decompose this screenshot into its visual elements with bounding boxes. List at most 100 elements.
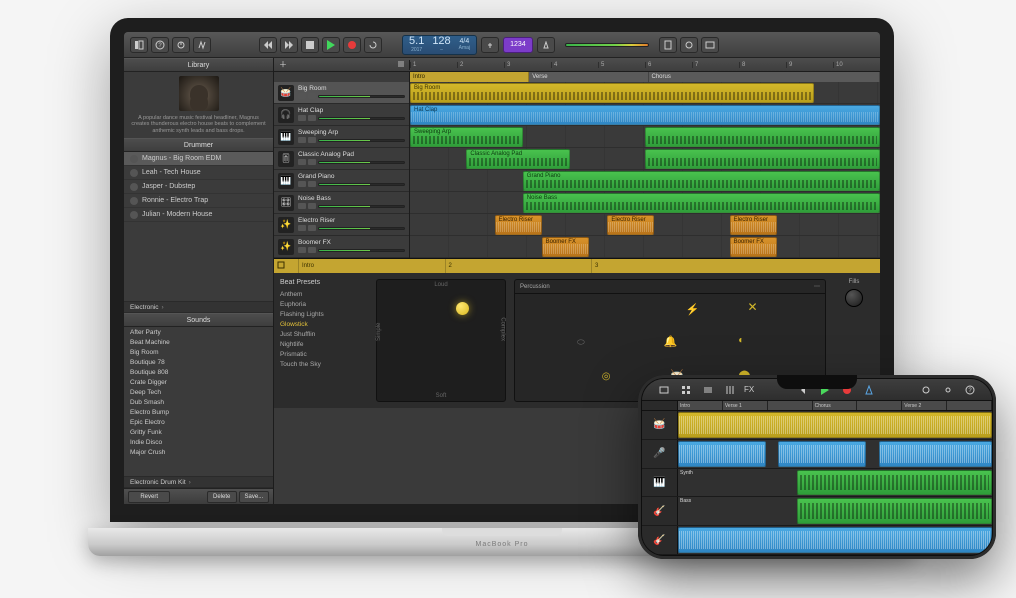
tracks-view-icon[interactable] [700, 383, 716, 397]
percussion-menu-icon[interactable]: ⋯ [814, 283, 820, 290]
region[interactable]: Electro Riser [495, 215, 542, 235]
track-header[interactable]: 🎧Hat Clap [274, 104, 409, 126]
phone-track-icon[interactable]: 🎸 [642, 526, 678, 554]
track-header-menu-icon[interactable] [397, 60, 405, 70]
track-volume-slider[interactable] [318, 183, 405, 186]
solo-button[interactable] [308, 203, 316, 209]
solo-button[interactable] [308, 93, 316, 99]
fx-button[interactable]: FX [744, 383, 754, 397]
sound-list-item[interactable]: Electro Bump [124, 407, 273, 417]
region[interactable]: Boomer FX [542, 237, 589, 257]
solo-button[interactable] [308, 247, 316, 253]
mute-button[interactable] [298, 181, 306, 187]
save-button[interactable]: Save... [239, 491, 269, 503]
editors-icon[interactable] [193, 37, 211, 53]
arrangement-marker[interactable]: Chorus [649, 72, 881, 82]
forward-button[interactable] [280, 37, 298, 53]
track-volume-slider[interactable] [318, 227, 405, 230]
region[interactable]: Big Room [410, 83, 814, 103]
arrangement-row[interactable]: Grand Piano [410, 170, 880, 192]
arrangement-marker[interactable]: Intro [410, 72, 529, 82]
solo-button[interactable] [308, 225, 316, 231]
phone-track-lane[interactable]: Bass [678, 497, 992, 525]
solo-button[interactable] [308, 115, 316, 121]
mute-button[interactable] [298, 225, 306, 231]
beat-preset-item[interactable]: Just Shufflin [280, 329, 368, 339]
region[interactable]: Electro Riser [607, 215, 654, 235]
region[interactable]: Noise Bass [523, 193, 880, 213]
phone-track-icon[interactable]: 🎤 [642, 440, 678, 468]
region[interactable]: Electro Riser [730, 215, 777, 235]
rewind-button[interactable] [259, 37, 277, 53]
revert-button[interactable]: Revert [128, 491, 170, 503]
phone-ruler-cell[interactable] [768, 401, 813, 410]
my-songs-icon[interactable] [656, 383, 672, 397]
phone-region[interactable] [678, 412, 992, 438]
track-volume-slider[interactable] [318, 249, 405, 252]
delete-button[interactable]: Delete [207, 491, 237, 503]
cymbal-icon[interactable]: ◐ [738, 335, 744, 346]
quick-help-icon[interactable]: ? [151, 37, 169, 53]
sound-list-item[interactable]: Indie Disco [124, 437, 273, 447]
library-toggle-icon[interactable] [130, 37, 148, 53]
arrangement-row[interactable]: Big Room [410, 82, 880, 104]
library-category[interactable]: Electronic› [124, 301, 273, 313]
sound-list-item[interactable]: Boutique 78 [124, 357, 273, 367]
solo-button[interactable] [308, 181, 316, 187]
drummer-list-item[interactable]: Ronnie - Electro Trap [124, 194, 273, 208]
beat-preset-item[interactable]: Flashing Lights [280, 309, 368, 319]
beat-preset-item[interactable]: Nightlife [280, 339, 368, 349]
media-browser-icon[interactable] [701, 37, 719, 53]
phone-track-lane[interactable]: Vocals [678, 440, 992, 468]
phone-track-lane[interactable]: Synth [678, 469, 992, 497]
sound-list-item[interactable]: Dub Smash [124, 397, 273, 407]
arrangement-row[interactable]: Electro Riser Electro Riser Electro Riser [410, 214, 880, 236]
arrangement-row[interactable]: Classic Analog Pad [410, 148, 880, 170]
phone-region[interactable] [678, 527, 992, 553]
track-volume-slider[interactable] [318, 95, 405, 98]
solo-button[interactable] [308, 159, 316, 165]
phone-settings-icon[interactable] [940, 383, 956, 397]
beat-preset-item[interactable]: Glowstick [280, 319, 368, 329]
drummer-list-item[interactable]: Jasper - Dubstep [124, 180, 273, 194]
arrangement-row[interactable]: Sweeping Arp [410, 126, 880, 148]
add-track-button[interactable]: ＋ [278, 60, 288, 70]
phone-loop-icon[interactable] [918, 383, 934, 397]
track-volume-slider[interactable] [318, 161, 405, 164]
region[interactable]: Grand Piano [523, 171, 880, 191]
browser-icon[interactable] [678, 383, 694, 397]
phone-ruler-cell[interactable] [947, 401, 992, 410]
phone-track-row[interactable]: 🎸My Song [642, 526, 992, 555]
beat-preset-item[interactable]: Touch the Sky [280, 359, 368, 369]
bolt-icon[interactable]: ⚡ [686, 303, 700, 316]
phone-track-row[interactable]: 🎹Synth [642, 469, 992, 498]
phone-play-button[interactable] [817, 383, 833, 397]
phone-region[interactable] [879, 441, 992, 467]
count-in-badge[interactable]: 1234 [503, 37, 533, 53]
mute-button[interactable] [298, 115, 306, 121]
mute-button[interactable] [298, 137, 306, 143]
sound-list-item[interactable]: Epic Electro [124, 417, 273, 427]
phone-record-button[interactable] [839, 383, 855, 397]
track-header[interactable]: 🎛Noise Bass [274, 192, 409, 214]
phone-metronome-icon[interactable] [861, 383, 877, 397]
phone-ruler-cell[interactable]: Verse 1 [723, 401, 768, 410]
phone-track-icon[interactable]: 🎸 [642, 497, 678, 525]
record-button[interactable] [343, 37, 361, 53]
bar-ruler[interactable]: 12345678910 [410, 62, 880, 68]
loop-browser-icon[interactable] [680, 37, 698, 53]
track-header[interactable]: 🥁Big Room [274, 82, 409, 104]
smart-controls-icon[interactable] [172, 37, 190, 53]
sticks-icon[interactable]: ✕ [748, 300, 758, 314]
track-header[interactable]: 🎹Sweeping Arp [274, 126, 409, 148]
phone-ruler-cell[interactable] [857, 401, 902, 410]
master-volume-slider[interactable] [565, 43, 649, 47]
phone-track-lane[interactable]: My Song [678, 526, 992, 554]
track-header[interactable]: ✨Boomer FX [274, 236, 409, 258]
notepad-icon[interactable] [659, 37, 677, 53]
track-header[interactable]: 🎹Grand Piano [274, 170, 409, 192]
xy-pad[interactable]: Loud Soft Simple Complex [376, 279, 506, 402]
phone-region[interactable] [797, 498, 992, 524]
phone-track-row[interactable]: 🥁Drums [642, 411, 992, 440]
track-volume-slider[interactable] [318, 117, 405, 120]
